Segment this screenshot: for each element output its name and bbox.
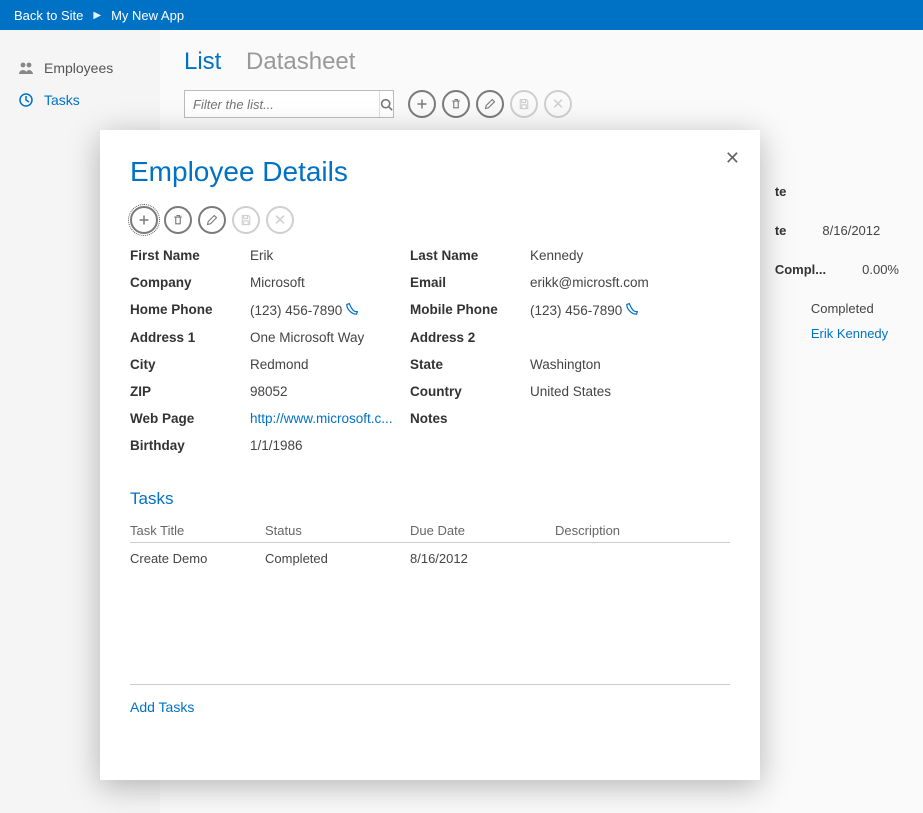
state-value: Washington — [530, 357, 700, 372]
home-phone-label: Home Phone — [130, 302, 250, 318]
city-value: Redmond — [250, 357, 410, 372]
tab-list[interactable]: List — [184, 48, 221, 75]
first-name-label: First Name — [130, 248, 250, 263]
birthday-label: Birthday — [130, 438, 250, 453]
birthday-value: 1/1/1986 — [250, 438, 410, 453]
app-name-link[interactable]: My New App — [111, 8, 184, 23]
country-label: Country — [410, 384, 530, 399]
dialog-toolbar: ✕ — [130, 206, 730, 234]
main-toolbar: ✕ — [408, 90, 572, 118]
save-button — [510, 90, 538, 118]
employee-details-dialog: ✕ Employee Details ✕ First Name Erik Las… — [100, 130, 760, 780]
cancel-button: ✕ — [266, 206, 294, 234]
bg-date: 8/16/2012 — [822, 223, 880, 252]
cell-task-title: Create Demo — [130, 543, 265, 575]
zip-label: ZIP — [130, 384, 250, 399]
col-description: Description — [555, 519, 730, 543]
filter-input[interactable] — [185, 97, 379, 112]
tab-datasheet[interactable]: Datasheet — [246, 48, 355, 75]
table-row[interactable]: Create Demo Completed 8/16/2012 — [130, 543, 730, 575]
bg-pct: 0.00% — [862, 262, 899, 291]
delete-button[interactable] — [442, 90, 470, 118]
address2-value — [530, 330, 700, 345]
notes-value — [530, 411, 700, 426]
top-bar: Back to Site ▶ My New App — [0, 0, 923, 30]
search-icon[interactable] — [379, 91, 393, 117]
zip-value: 98052 — [250, 384, 410, 399]
bg-status: Completed — [811, 301, 874, 316]
bg-header-pct: Compl... — [775, 262, 826, 277]
breadcrumb-separator-icon: ▶ — [93, 10, 101, 21]
sidebar-item-employees[interactable]: Employees — [0, 52, 160, 84]
last-name-value: Kennedy — [530, 248, 700, 263]
city-label: City — [130, 357, 250, 372]
call-icon[interactable] — [626, 302, 639, 318]
close-icon[interactable]: ✕ — [725, 148, 740, 169]
add-tasks-link[interactable]: Add Tasks — [130, 699, 194, 715]
first-name-value: Erik — [250, 248, 410, 263]
add-button[interactable] — [408, 90, 436, 118]
email-label: Email — [410, 275, 530, 290]
mobile-phone-label: Mobile Phone — [410, 302, 530, 318]
cell-due-date: 8/16/2012 — [410, 543, 555, 575]
employee-fields: First Name Erik Last Name Kennedy Compan… — [130, 248, 730, 453]
sidebar-item-label: Employees — [44, 60, 113, 76]
tasks-section: Tasks Task Title Status Due Date Descrip… — [130, 489, 730, 715]
view-tabs: List Datasheet — [184, 48, 899, 76]
col-due-date: Due Date — [410, 519, 555, 543]
people-icon — [18, 60, 34, 76]
cell-status: Completed — [265, 543, 410, 575]
webpage-label: Web Page — [130, 411, 250, 426]
company-value: Microsoft — [250, 275, 410, 290]
bg-header-2: te — [775, 223, 787, 238]
call-icon[interactable] — [346, 302, 359, 318]
clock-icon — [18, 92, 34, 108]
sidebar-item-label: Tasks — [44, 92, 80, 108]
divider — [130, 684, 730, 685]
email-value: erikk@microsft.com — [530, 275, 700, 290]
col-status: Status — [265, 519, 410, 543]
background-grid: te te 8/16/2012 Compl... 0.00% Completed… — [775, 184, 899, 351]
webpage-link[interactable]: http://www.microsoft.c... — [250, 411, 410, 426]
dialog-title: Employee Details — [130, 156, 730, 188]
bg-header-1: te — [775, 184, 787, 199]
filter-box — [184, 90, 394, 118]
delete-button[interactable] — [164, 206, 192, 234]
edit-button[interactable] — [198, 206, 226, 234]
home-phone-value: (123) 456-7890 — [250, 302, 410, 318]
state-label: State — [410, 357, 530, 372]
address2-label: Address 2 — [410, 330, 530, 345]
cell-description — [555, 543, 730, 575]
sidebar-item-tasks[interactable]: Tasks — [0, 84, 160, 116]
company-label: Company — [130, 275, 250, 290]
tasks-table: Task Title Status Due Date Description C… — [130, 519, 730, 574]
address1-label: Address 1 — [130, 330, 250, 345]
bg-assignee-link[interactable]: Erik Kennedy — [811, 326, 888, 341]
country-value: United States — [530, 384, 700, 399]
tasks-heading: Tasks — [130, 489, 730, 509]
address1-value: One Microsoft Way — [250, 330, 410, 345]
col-task-title: Task Title — [130, 519, 265, 543]
cancel-button: ✕ — [544, 90, 572, 118]
mobile-phone-value: (123) 456-7890 — [530, 302, 700, 318]
notes-label: Notes — [410, 411, 530, 426]
last-name-label: Last Name — [410, 248, 530, 263]
save-button — [232, 206, 260, 234]
back-to-site-link[interactable]: Back to Site — [14, 8, 83, 23]
add-button[interactable] — [130, 206, 158, 234]
edit-button[interactable] — [476, 90, 504, 118]
